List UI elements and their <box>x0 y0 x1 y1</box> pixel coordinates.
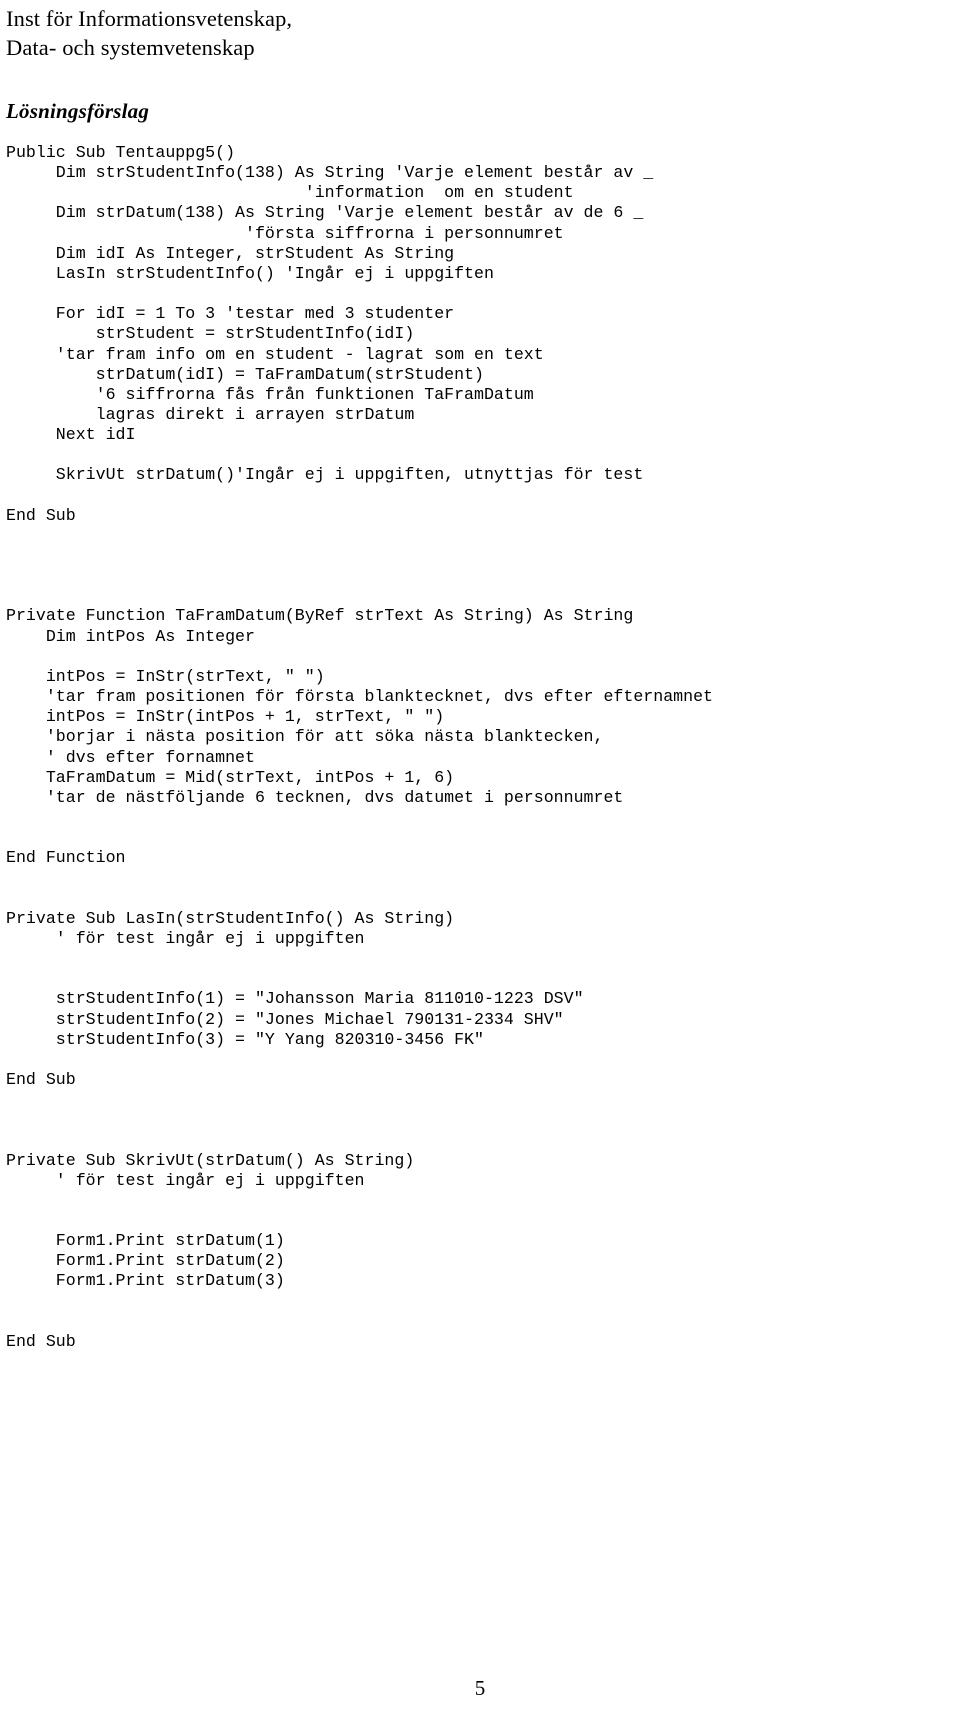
code-line: ' för test ingår ej i uppgiften <box>6 928 365 948</box>
department-header-line-2: Data- och systemvetenskap <box>6 35 255 60</box>
code-line: For idI = 1 To 3 'testar med 3 studenter <box>6 304 455 324</box>
code-line: 'borjar i nästa position för att söka nä… <box>6 727 604 747</box>
code-line: 'information om en student <box>6 183 574 203</box>
code-listing: Public Sub Tentauppg5() Dim strStudentIn… <box>6 143 956 1352</box>
code-line: 'tar fram positionen för första blanktec… <box>6 687 714 707</box>
code-line: Dim strDatum(138) As String 'Varje eleme… <box>6 203 644 223</box>
code-line: Private Sub SkrivUt(strDatum() As String… <box>6 1150 415 1170</box>
page-number: 5 <box>474 1676 486 1700</box>
code-line: ' för test ingår ej i uppgiften <box>6 1170 365 1190</box>
code-line: SkrivUt strDatum()'Ingår ej i uppgiften,… <box>6 465 644 485</box>
code-line: Public Sub Tentauppg5() <box>6 143 236 162</box>
code-line: 'tar fram info om en student - lagrat so… <box>6 344 544 364</box>
code-line: Form1.Print strDatum(2) <box>6 1251 285 1271</box>
code-line: End Sub <box>6 1069 76 1089</box>
code-line: LasIn strStudentInfo() 'Ingår ej i uppgi… <box>6 263 494 283</box>
code-line: Dim intPos As Integer <box>6 626 255 646</box>
code-line: strDatum(idI) = TaFramDatum(strStudent) <box>6 364 484 384</box>
code-line: 'första siffrorna i personnumret <box>6 223 564 243</box>
code-line: strStudent = strStudentInfo(idI) <box>6 324 415 344</box>
code-line: intPos = InStr(intPos + 1, strText, " ") <box>6 707 445 727</box>
code-line: TaFramDatum = Mid(strText, intPos + 1, 6… <box>6 767 455 787</box>
section-title: Lösningsförslag <box>6 99 150 123</box>
code-line: End Function <box>6 848 126 868</box>
code-line: Form1.Print strDatum(1) <box>6 1231 285 1251</box>
code-line: '6 siffrorna fås från funktionen TaFramD… <box>6 384 534 404</box>
code-line: 'tar de nästföljande 6 tecknen, dvs datu… <box>6 787 624 807</box>
code-line: End Sub <box>6 505 76 525</box>
code-line: End Sub <box>6 1331 76 1351</box>
code-line: Dim strStudentInfo(138) As String 'Varje… <box>6 163 654 183</box>
code-line: ' dvs efter fornamnet <box>6 747 255 767</box>
code-line: lagras direkt i arrayen strDatum <box>6 405 415 425</box>
department-header: Inst för Informationsvetenskap, Data- oc… <box>6 4 292 62</box>
document-page: Inst för Informationsvetenskap, Data- oc… <box>0 0 960 1725</box>
code-line: strStudentInfo(2) = "Jones Michael 79013… <box>6 1009 564 1029</box>
department-header-line-1: Inst för Informationsvetenskap, <box>6 6 293 31</box>
code-line: Next idI <box>6 425 136 445</box>
code-line: Private Sub LasIn(strStudentInfo() As St… <box>6 908 455 928</box>
code-line: strStudentInfo(1) = "Johansson Maria 811… <box>6 989 584 1009</box>
code-line: strStudentInfo(3) = "Y Yang 820310-3456 … <box>6 1029 484 1049</box>
code-line: Dim idI As Integer, strStudent As String <box>6 243 455 263</box>
code-line: Form1.Print strDatum(3) <box>6 1271 285 1291</box>
code-line: intPos = InStr(strText, " ") <box>6 666 325 686</box>
code-line: Private Function TaFramDatum(ByRef strTe… <box>6 606 634 626</box>
